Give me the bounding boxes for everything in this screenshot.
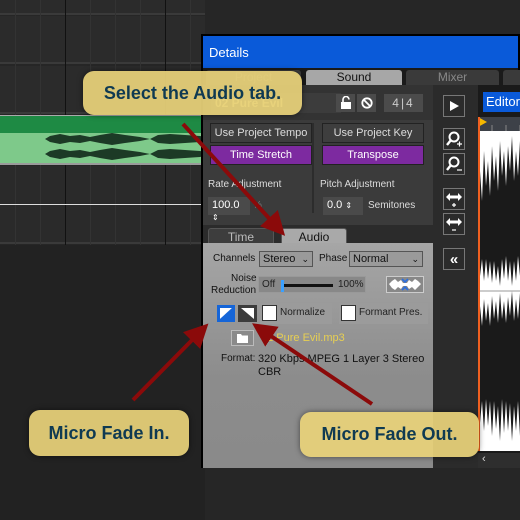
- micro-fade-in-button[interactable]: [217, 305, 235, 322]
- track-lane-1: [0, 16, 205, 64]
- audio-clip[interactable]: [0, 115, 205, 165]
- normalize-checkbox[interactable]: [262, 305, 277, 321]
- play-button[interactable]: [443, 95, 465, 117]
- use-project-tempo-button[interactable]: Use Project Tempo: [210, 123, 312, 143]
- rate-unit: %: [253, 200, 262, 211]
- normalize-label: Normalize: [280, 307, 326, 318]
- chevron-down-icon: ⌄: [411, 254, 419, 264]
- tab-sound[interactable]: Sound: [306, 70, 402, 85]
- normalize-option[interactable]: Normalize: [260, 303, 332, 324]
- callout-fade-in: Micro Fade In.: [29, 410, 189, 456]
- ruler: [0, 0, 205, 15]
- file-name: 02 Pure Evil.mp3: [261, 332, 345, 344]
- shrink-width-button[interactable]: [443, 213, 465, 235]
- zoom-in-icon: [446, 131, 462, 147]
- zoom-out-icon: [446, 156, 462, 171]
- key-column: Use Project Key Transpose Pitch Adjustme…: [318, 123, 430, 215]
- sound-properties-pane: 02 Pure Evil 4|4 Use Project Tempo Time …: [203, 85, 433, 468]
- zoom-in-button[interactable]: [443, 128, 465, 150]
- formant-option[interactable]: Formant Pres.: [339, 303, 428, 324]
- slider-min-label: Off: [262, 279, 276, 290]
- editor-waveform[interactable]: [478, 131, 520, 451]
- folder-icon: [237, 334, 248, 343]
- transpose-button[interactable]: Transpose: [322, 145, 424, 165]
- tempo-column: Use Project Tempo Time Stretch Rate Adju…: [206, 123, 314, 222]
- window-title: Details: [203, 36, 518, 68]
- channels-select[interactable]: Stereo ⌄: [259, 251, 313, 267]
- shrink-horizontal-icon: [446, 218, 462, 231]
- editor-toolbar: «: [433, 85, 478, 468]
- rate-adjustment-input[interactable]: 100.0 ⇕: [208, 197, 250, 222]
- lock-icon: [340, 95, 351, 109]
- scroll-left-icon[interactable]: ‹: [482, 453, 486, 465]
- clip-waveform-left: [0, 133, 205, 145]
- phase-select[interactable]: Normal ⌄: [349, 251, 423, 267]
- lock-button[interactable]: [336, 94, 355, 112]
- expand-horizontal-icon: [446, 193, 462, 207]
- time-signature[interactable]: 4|4: [384, 94, 423, 112]
- browse-file-button[interactable]: [231, 330, 254, 346]
- noise-reduction-slider[interactable]: Off 100%: [258, 276, 366, 293]
- callout-audio-tab: Select the Audio tab.: [83, 71, 302, 115]
- pitch-adjustment-input[interactable]: 0.0 ⇕: [323, 197, 363, 215]
- rate-value: 100.0: [212, 199, 240, 211]
- callout-fade-out: Micro Fade Out.: [300, 412, 479, 457]
- pitch-unit: Semitones: [368, 200, 416, 211]
- playhead-marker[interactable]: [478, 117, 480, 451]
- pitch-value: 0.0: [327, 199, 343, 211]
- automation-line: [0, 204, 205, 205]
- empty-track-area: [0, 245, 205, 520]
- tab-editor[interactable]: Editor: [483, 92, 520, 112]
- play-icon: [450, 101, 459, 111]
- editor-scrollbar[interactable]: ‹: [478, 453, 520, 468]
- clip-waveform-right: [0, 148, 205, 160]
- spinner-icon[interactable]: ⇕: [212, 213, 219, 222]
- sub-tab-bar: Time Audio: [203, 225, 433, 244]
- phase-value: Normal: [353, 253, 389, 265]
- formant-label: Formant Pres.: [359, 307, 423, 318]
- channels-label: Channels: [213, 253, 256, 264]
- expand-width-button[interactable]: [443, 188, 465, 210]
- formant-checkbox[interactable]: [341, 305, 356, 321]
- noise-label-line2: Reduction: [211, 285, 257, 296]
- track-lane-3: [0, 166, 205, 244]
- time-stretch-button[interactable]: Time Stretch: [210, 145, 312, 165]
- tab-time[interactable]: Time: [208, 228, 274, 244]
- noise-reduction-button[interactable]: [386, 276, 424, 293]
- channels-value: Stereo: [263, 253, 296, 265]
- tab-overflow[interactable]: [503, 70, 520, 85]
- pitch-adjustment-label: Pitch Adjustment: [320, 179, 395, 190]
- tab-mixer[interactable]: Mixer: [406, 70, 499, 85]
- slider-thumb[interactable]: [281, 280, 284, 292]
- rate-adjustment-label: Rate Adjustment: [208, 179, 282, 190]
- format-value: 320 Kbps MPEG 1 Layer 3 Stereo CBR: [258, 353, 425, 378]
- phase-label: Phase: [319, 253, 348, 264]
- use-project-key-button[interactable]: Use Project Key: [322, 123, 424, 143]
- collapse-button[interactable]: «: [443, 248, 465, 270]
- double-chevron-left-icon: «: [449, 250, 459, 268]
- ruler-ticks: [478, 117, 520, 131]
- slider-track[interactable]: [281, 284, 333, 287]
- ban-icon: [360, 97, 373, 109]
- clip-header[interactable]: [0, 116, 205, 133]
- fade-out-icon: [241, 308, 254, 319]
- waveform-display: [478, 136, 520, 441]
- format-label: Format:: [221, 353, 256, 364]
- editor-pane: Editor ‹: [478, 85, 520, 468]
- micro-fade-out-button[interactable]: [238, 305, 257, 322]
- editor-ruler[interactable]: [478, 117, 520, 131]
- spinner-icon[interactable]: ⇕: [345, 201, 352, 210]
- waveform-compress-icon: [389, 278, 421, 291]
- zoom-out-button[interactable]: [443, 153, 465, 175]
- chevron-down-icon: ⌄: [301, 254, 309, 264]
- tab-audio[interactable]: Audio: [281, 228, 347, 244]
- mute-button[interactable]: [357, 94, 376, 112]
- noise-label-line1: Noise: [231, 273, 257, 284]
- fade-in-icon: [220, 308, 232, 319]
- slider-max-label: 100%: [338, 279, 364, 290]
